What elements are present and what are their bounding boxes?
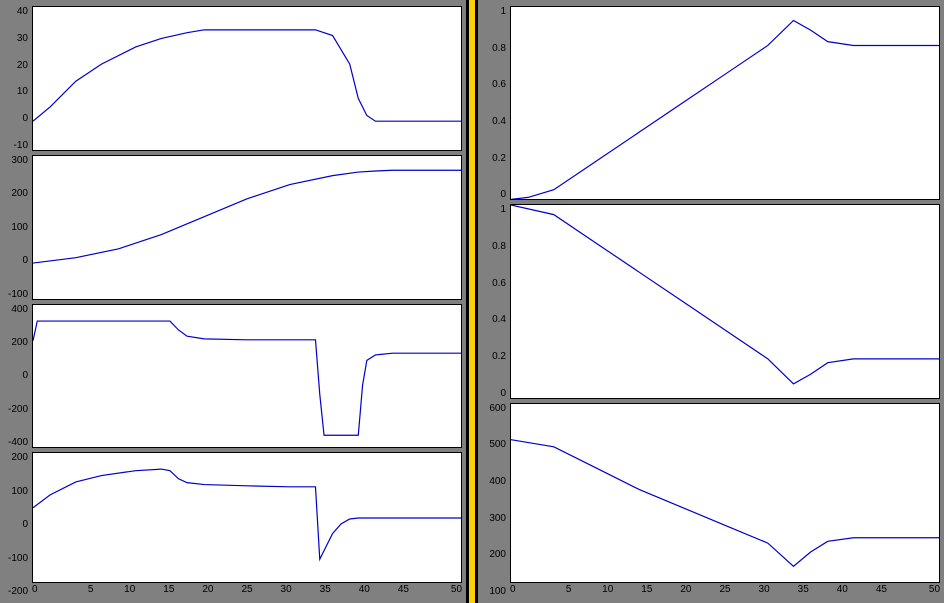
x-tick-label: 35 — [306, 584, 345, 597]
y-tick-label: 200 — [11, 188, 28, 199]
y-tick-label: 300 — [11, 155, 28, 166]
plot-area — [32, 452, 462, 583]
data-line — [33, 30, 461, 121]
y-tick-label: 500 — [489, 439, 506, 450]
y-tick-label: 200 — [489, 549, 506, 560]
y-tick-label: 0 — [22, 370, 28, 381]
x-tick-label: 20 — [188, 584, 227, 597]
y-tick-label: 0.2 — [492, 351, 506, 362]
y-tick-label: 100 — [11, 222, 28, 233]
y-tick-label: -200 — [8, 404, 28, 415]
y-axis: 200 100 0 -100 -200 — [4, 452, 32, 597]
y-tick-label: 0 — [500, 388, 506, 399]
x-tick-label: 5 — [71, 584, 110, 597]
data-line — [511, 20, 939, 199]
x-tick-label: 15 — [627, 584, 666, 597]
x-axis: 05101520253035404550 — [510, 583, 940, 597]
y-tick-label: -100 — [8, 289, 28, 300]
chart-panel-L1: 40 30 20 10 0 -10 — [4, 6, 462, 151]
y-axis: 600 500 400 300 200 100 — [482, 403, 510, 597]
x-tick-label: 50 — [423, 584, 462, 597]
x-tick-label: 5 — [549, 584, 588, 597]
chart-panel-R2: 1 0.8 0.6 0.4 0.2 0 — [482, 204, 940, 398]
y-tick-label: 10 — [17, 86, 28, 97]
y-tick-label: 300 — [489, 513, 506, 524]
y-tick-label: 100 — [489, 586, 506, 597]
y-tick-label: 20 — [17, 60, 28, 71]
y-tick-label: 0.6 — [492, 278, 506, 289]
x-tick-label: 25 — [227, 584, 266, 597]
y-tick-label: -400 — [8, 437, 28, 448]
x-tick-label: 15 — [149, 584, 188, 597]
plot-area — [32, 155, 462, 300]
x-tick-label: 30 — [267, 584, 306, 597]
plot-area — [510, 204, 940, 398]
left-column: 403020100-103002001000-1004002000-200-40… — [0, 0, 466, 603]
y-axis: 1 0.8 0.6 0.4 0.2 0 — [482, 6, 510, 200]
data-line — [511, 205, 939, 384]
data-line — [33, 321, 461, 435]
y-tick-label: 1 — [500, 6, 506, 17]
y-tick-label: 0.2 — [492, 153, 506, 164]
y-tick-label: 30 — [17, 33, 28, 44]
plot-area — [510, 403, 940, 583]
y-tick-label: 400 — [489, 476, 506, 487]
plot-area — [32, 6, 462, 151]
y-tick-label: 0.8 — [492, 43, 506, 54]
data-line — [33, 170, 461, 263]
x-tick-label: 0 — [510, 584, 549, 597]
y-tick-label: 600 — [489, 403, 506, 414]
plot-area — [32, 304, 462, 449]
y-axis: 300 200 100 0 -100 — [4, 155, 32, 300]
x-tick-label: 10 — [588, 584, 627, 597]
chart-panel-R3: 60050040030020010005101520253035404550 — [482, 403, 940, 597]
y-tick-label: 400 — [11, 304, 28, 315]
right-column: 10.80.60.40.2010.80.60.40.20600500400300… — [478, 0, 944, 603]
y-tick-label: 1 — [500, 204, 506, 215]
chart-panel-L3: 400 200 0 -200 -400 — [4, 304, 462, 449]
y-tick-label: 0.6 — [492, 79, 506, 90]
chart-panel-L4: 2001000-100-20005101520253035404550 — [4, 452, 462, 597]
chart-panel-R1: 1 0.8 0.6 0.4 0.2 0 — [482, 6, 940, 200]
x-tick-label: 40 — [823, 584, 862, 597]
y-tick-label: -10 — [14, 140, 28, 151]
x-tick-label: 20 — [666, 584, 705, 597]
y-axis: 400 200 0 -200 -400 — [4, 304, 32, 449]
y-tick-label: 0.8 — [492, 241, 506, 252]
y-tick-label: -200 — [8, 586, 28, 597]
y-tick-label: 200 — [11, 452, 28, 463]
y-axis: 1 0.8 0.6 0.4 0.2 0 — [482, 204, 510, 398]
x-tick-label: 50 — [901, 584, 940, 597]
y-tick-label: 0 — [22, 113, 28, 124]
x-tick-label: 40 — [345, 584, 384, 597]
x-tick-label: 10 — [110, 584, 149, 597]
y-tick-label: 40 — [17, 6, 28, 17]
y-tick-label: -100 — [8, 553, 28, 564]
y-tick-label: 0 — [22, 519, 28, 530]
y-tick-label: 0.4 — [492, 116, 506, 127]
x-tick-label: 25 — [705, 584, 744, 597]
data-line — [511, 439, 939, 566]
x-tick-label: 0 — [32, 584, 71, 597]
x-tick-label: 45 — [862, 584, 901, 597]
y-tick-label: 0.4 — [492, 314, 506, 325]
y-tick-label: 200 — [11, 337, 28, 348]
y-tick-label: 0 — [500, 189, 506, 200]
y-tick-label: 0 — [22, 255, 28, 266]
data-line — [33, 469, 461, 559]
chart-panel-L2: 300 200 100 0 -100 — [4, 155, 462, 300]
plot-area — [510, 6, 940, 200]
y-axis: 40 30 20 10 0 -10 — [4, 6, 32, 151]
y-tick-label: 100 — [11, 486, 28, 497]
column-divider — [466, 0, 478, 603]
x-tick-label: 35 — [784, 584, 823, 597]
x-axis: 05101520253035404550 — [32, 583, 462, 597]
x-tick-label: 30 — [745, 584, 784, 597]
x-tick-label: 45 — [384, 584, 423, 597]
